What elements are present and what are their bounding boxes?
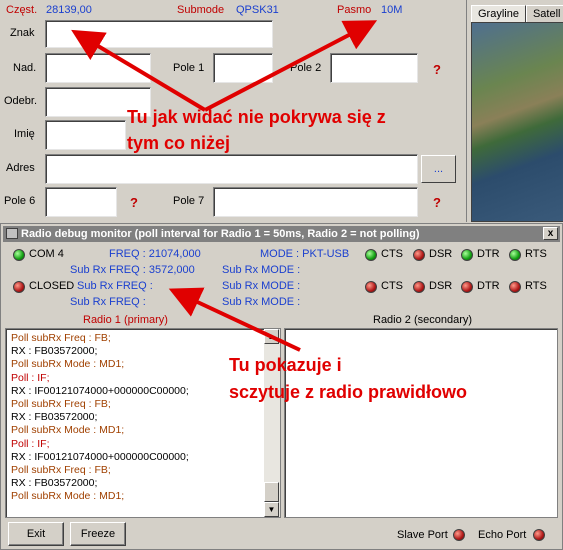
tab-grayline[interactable]: Grayline (471, 5, 526, 23)
map-panel: Grayline Satell (466, 0, 563, 222)
log-line: Poll : IF; (11, 371, 50, 384)
field6-label: Pole 6 (4, 195, 36, 207)
radio2-dtr-led (461, 281, 473, 293)
radio1-subrx-freq: Sub Rx FREQ : 3572,000 (70, 264, 195, 276)
radio2-cts-label: CTS (381, 280, 403, 292)
radio2-freq: Sub Rx FREQ : (77, 280, 153, 292)
frequency-value: 28139,00 (46, 4, 92, 16)
field6-input[interactable] (45, 187, 117, 217)
close-button[interactable]: x (543, 227, 558, 240)
map-tabs: Grayline Satell (471, 5, 563, 23)
tab-satellite[interactable]: Satell (525, 5, 563, 23)
radio1-pane-label: Radio 1 (primary) (83, 314, 168, 326)
scroll-down-button[interactable]: ▼ (264, 502, 279, 517)
radio2-rts-led (509, 281, 521, 293)
radio1-dsr-led (413, 249, 425, 261)
address-input[interactable] (45, 154, 418, 184)
grayline-map[interactable] (471, 22, 563, 222)
annotation-bottom-line1: Tu pokazuje i (229, 355, 342, 375)
radio2-port-led (13, 281, 25, 293)
radio1-freq: FREQ : 21074,000 (109, 248, 201, 260)
radio1-rts-label: RTS (525, 248, 547, 260)
frequency-label: Częst. (6, 4, 38, 16)
log-line: RX : IF00121074000+000000C00000; (11, 384, 189, 397)
radio2-dsr-label: DSR (429, 280, 453, 292)
exit-button[interactable]: Exit (8, 522, 64, 546)
field2-label: Pole 2 (290, 62, 322, 74)
radio1-port-led (13, 249, 25, 261)
debug-titlebar[interactable]: Radio debug monitor (poll interval for R… (3, 226, 560, 242)
window-icon (6, 228, 18, 239)
radio2-subrx-freq: Sub Rx FREQ : (70, 296, 146, 308)
radio2-dtr-label: DTR (477, 280, 500, 292)
radio2-rts-label: RTS (525, 280, 547, 292)
echo-port-label: Echo Port (478, 529, 527, 541)
scroll-up-button[interactable]: ▲ (264, 329, 279, 344)
submode-label: Submode (177, 4, 225, 16)
log-line: Poll subRx Freq : FB; (11, 332, 111, 344)
radio1-dtr-led (461, 249, 473, 261)
log-line: Poll : IF; (11, 437, 50, 450)
echo-port-led (533, 529, 545, 541)
field7-label: Pole 7 (173, 195, 205, 207)
radio2-cts-led (365, 281, 377, 293)
rst-sent-input[interactable] (45, 53, 151, 83)
slave-port-led (453, 529, 465, 541)
scroll-thumb[interactable] (264, 482, 279, 502)
freeze-button[interactable]: Freeze (70, 522, 126, 546)
radio2-mode: Sub Rx MODE : (222, 280, 301, 292)
radio2-pane-label: Radio 2 (secondary) (373, 314, 473, 326)
name-input[interactable] (45, 120, 126, 150)
callsign-input[interactable] (45, 20, 273, 48)
radio1-mode: MODE : PKT-USB (260, 248, 350, 260)
field1-label: Pole 1 (173, 62, 205, 74)
radio1-subrx-mode: Sub Rx MODE : (222, 264, 301, 276)
field2-help-icon[interactable]: ? (433, 62, 441, 77)
field7-help-icon[interactable]: ? (433, 195, 441, 210)
address-label: Adres (6, 162, 35, 174)
log-line: RX : FB03572000; (11, 477, 98, 490)
log-line: Poll subRx Freq : FB; (11, 464, 111, 476)
field1-input[interactable] (213, 53, 273, 83)
submode-value: QPSK31 (236, 4, 279, 16)
band-value: 10M (381, 4, 403, 16)
annotation-top-line1: Tu jak widać nie pokrywa się z (127, 107, 386, 127)
radio1-dsr-label: DSR (429, 248, 453, 260)
radio1-rts-led (509, 249, 521, 261)
log-line: Poll subRx Mode : MD1; (11, 358, 125, 371)
debug-title: Radio debug monitor (poll interval for R… (21, 228, 420, 240)
field6-help-icon[interactable]: ? (130, 195, 138, 210)
radio1-cts-led (365, 249, 377, 261)
annotation-bottom-line2: sczytuje z radio prawidłowo (229, 382, 468, 402)
log-line: Poll subRx Mode : MD1; (11, 424, 125, 437)
log-line: RX : FB03572000; (11, 345, 98, 358)
callsign-label: Znak (10, 27, 35, 39)
log-line: RX : IF00121074000+000000C00000; (11, 450, 189, 463)
radio1-port: COM 4 (29, 248, 64, 260)
name-label: Imię (14, 128, 35, 140)
band-label: Pasmo (337, 4, 372, 16)
log-line: Poll subRx Freq : FB; (11, 398, 111, 410)
log-line: Poll subRx Mode : MD1; (11, 490, 125, 503)
address-lookup-button[interactable]: ... (421, 155, 456, 183)
slave-port-label: Slave Port (397, 529, 448, 541)
annotation-top-line2: tym co niżej (127, 133, 231, 153)
radio2-dsr-led (413, 281, 425, 293)
field2-input[interactable] (330, 53, 418, 83)
radio2-port: CLOSED (29, 280, 75, 292)
rst-received-label: Odebr. (4, 95, 38, 107)
field7-input[interactable] (213, 187, 418, 217)
log-line: RX : FB03572000; (11, 411, 98, 424)
radio1-cts-label: CTS (381, 248, 403, 260)
radio1-dtr-label: DTR (477, 248, 500, 260)
rst-sent-label: Nad. (13, 62, 37, 74)
radio2-subrx-mode: Sub Rx MODE : (222, 296, 301, 308)
